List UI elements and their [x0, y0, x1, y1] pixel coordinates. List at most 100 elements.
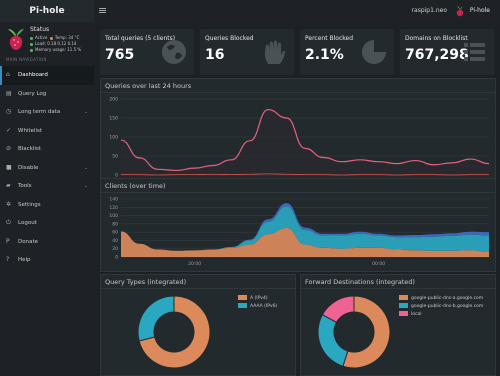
sidebar-item-label: Settings: [18, 201, 41, 208]
load-dot: [30, 42, 33, 46]
paypal-icon: P: [6, 237, 10, 245]
y-tick-label: 20: [112, 246, 118, 252]
stat-box-list: Domains on Blocklist 767,298: [400, 29, 494, 75]
forward-destinations-legend: google-public-dns-a.google.com google-pub…: [399, 295, 483, 319]
queries-panel-title: Queries over last 24 hours: [101, 79, 495, 93]
queries-chart[interactable]: 05010015020020:0000:00: [101, 93, 495, 189]
folder-icon: ▰: [6, 182, 11, 189]
y-tick-label: 0: [115, 255, 118, 261]
sidebar-item-label: Dashboard: [18, 72, 48, 78]
forward-destinations-title: Forward Destinations (integrated): [301, 275, 495, 289]
y-tick-label: 150: [109, 116, 118, 122]
sidebar-item-long-term-data[interactable]: ◷ Long term data ⌄: [0, 103, 94, 122]
sidebar-item-help[interactable]: ? Help: [0, 251, 94, 270]
sidebar-item-label: Query Log: [18, 90, 47, 97]
donut-slice[interactable]: [137, 295, 175, 342]
sidebar-item-label: Logout: [18, 220, 37, 226]
main-content: Total queries (5 clients) 765 Queries Bloc…: [94, 22, 500, 376]
brand-logo[interactable]: Pi-hole: [0, 0, 94, 22]
status-load: Load: 0.18 0.12 0.14: [35, 41, 77, 46]
question-icon: ?: [6, 256, 10, 263]
sidebar-item-label: Long term data: [18, 109, 61, 115]
chevron-down-icon: ⌄: [83, 109, 88, 115]
status-active-label: Active: [35, 35, 48, 40]
power-icon: ⏻: [6, 219, 11, 226]
clock-icon: ◷: [6, 108, 12, 115]
status-memory: Memory usage: 11.5 %: [35, 47, 82, 52]
status-load-row: Load: 0.18 0.12 0.14: [30, 41, 76, 46]
legend-item[interactable]: google-public-dns-a.google.com: [399, 295, 483, 303]
sidebar-item-label: Help: [18, 257, 31, 263]
query-types-legend: A (IPv4) AAAA (IPv6): [238, 295, 277, 311]
legend-label: google-public-dns-a.google.com: [411, 296, 484, 301]
stat-value: 2.1%: [305, 47, 344, 63]
sidebar-item-dashboard[interactable]: ⌂ Dashboard: [0, 66, 94, 85]
sidebar-item-logout[interactable]: ⏻ Logout: [0, 214, 94, 233]
stat-value: 765: [105, 47, 135, 63]
pie-icon: [362, 40, 386, 64]
ban-icon: ⊘: [6, 145, 12, 152]
clients-chart[interactable]: 0 20 40 60 80 100 120 140 20:00 00:00: [101, 193, 495, 271]
stat-value: 16: [205, 47, 225, 63]
stat-box-hand: Queries Blocked 16: [200, 29, 294, 75]
forward-destinations-donut[interactable]: [317, 295, 391, 369]
main-navigation: ⌂ Dashboard ▤ Query Log ◷ Long term data ⌄ ✓ Whi…: [0, 66, 94, 270]
legend-label: AAAA (IPv6): [250, 304, 278, 309]
sidebar-item-label: Donate: [18, 238, 38, 245]
y-tick-label: 100: [109, 135, 118, 141]
list-icon: [464, 43, 485, 61]
legend-swatch: [399, 303, 408, 308]
y-tick-label: 140: [109, 197, 118, 203]
chevron-down-icon: ⌄: [83, 183, 88, 189]
legend-swatch: [238, 303, 247, 308]
sidebar-item-donate[interactable]: P Donate: [0, 233, 94, 252]
legend-item[interactable]: AAAA (IPv6): [238, 303, 277, 311]
status-dot: [30, 36, 33, 40]
chevron-down-icon: ⌄: [83, 164, 88, 171]
query-types-title: Query Types (integrated): [101, 275, 295, 289]
status-active: Active Temp: 34 °C: [30, 35, 79, 40]
user-area[interactable]: raspip1.neo Pi-hole: [412, 0, 490, 22]
pihole-icon: [456, 5, 464, 16]
legend-swatch: [238, 295, 247, 300]
legend-swatch: [399, 295, 408, 300]
status-panel: Status Active Temp: 34 °C Load: 0.18 0.1…: [0, 22, 94, 62]
hand-icon: [264, 40, 285, 64]
y-tick-label: 80: [112, 221, 118, 227]
legend-label: google-public-dns-b.google.com: [411, 304, 484, 309]
sidebar-item-blacklist[interactable]: ⊘ Blacklist: [0, 140, 94, 159]
forward-destinations-panel: Forward Destinations (integrated) google…: [300, 274, 496, 376]
sidebar-item-label: Blacklist: [18, 146, 41, 152]
check-circle-icon: ✓: [6, 126, 12, 134]
sidebar-item-settings[interactable]: ✲ Settings: [0, 196, 94, 215]
legend-item[interactable]: google-public-dns-b.google.com: [399, 303, 483, 311]
sidebar-item-disable[interactable]: ■ Disable ⌄: [0, 159, 94, 178]
sidebar-item-query-log[interactable]: ▤ Query Log: [0, 85, 94, 104]
legend-item[interactable]: A (IPv4): [238, 295, 277, 303]
query-types-donut[interactable]: [137, 295, 211, 369]
home-icon: ⌂: [6, 71, 10, 78]
sidebar-item-whitelist[interactable]: ✓ Whitelist: [0, 122, 94, 141]
y-tick-label: 200: [109, 97, 118, 103]
status-temp: Temp: 34 °C: [54, 35, 80, 40]
legend-item[interactable]: local: [399, 311, 483, 319]
gears-icon: ✲: [6, 200, 12, 208]
hostname: raspip1.neo: [411, 7, 447, 14]
stat-label: Queries Blocked: [205, 35, 254, 42]
legend-label: A (IPv4): [250, 296, 268, 301]
donut-slice[interactable]: [317, 313, 349, 367]
x-tick-label: 00:00: [372, 261, 385, 267]
top-bar: Pi-hole ≡ raspip1.neo Pi-hole: [0, 0, 500, 23]
pihole-logo-icon: [8, 29, 24, 50]
y-tick-label: 60: [112, 230, 118, 236]
legend-label: local: [411, 312, 422, 317]
sidebar-item-label: Tools: [18, 183, 32, 189]
status-memory-row: Memory usage: 11.5 %: [30, 47, 81, 52]
hamburger-icon[interactable]: ≡: [98, 4, 110, 18]
status-title: Status: [30, 26, 50, 33]
query-types-panel: Query Types (integrated) A (IPv4) AAAA (I…: [100, 274, 296, 376]
x-tick-label: 20:00: [188, 261, 201, 267]
nav-header: MAIN NAVIGATION: [6, 57, 47, 62]
sidebar-item-label: Disable: [18, 164, 39, 171]
sidebar-item-tools[interactable]: ▰ Tools ⌄: [0, 177, 94, 196]
